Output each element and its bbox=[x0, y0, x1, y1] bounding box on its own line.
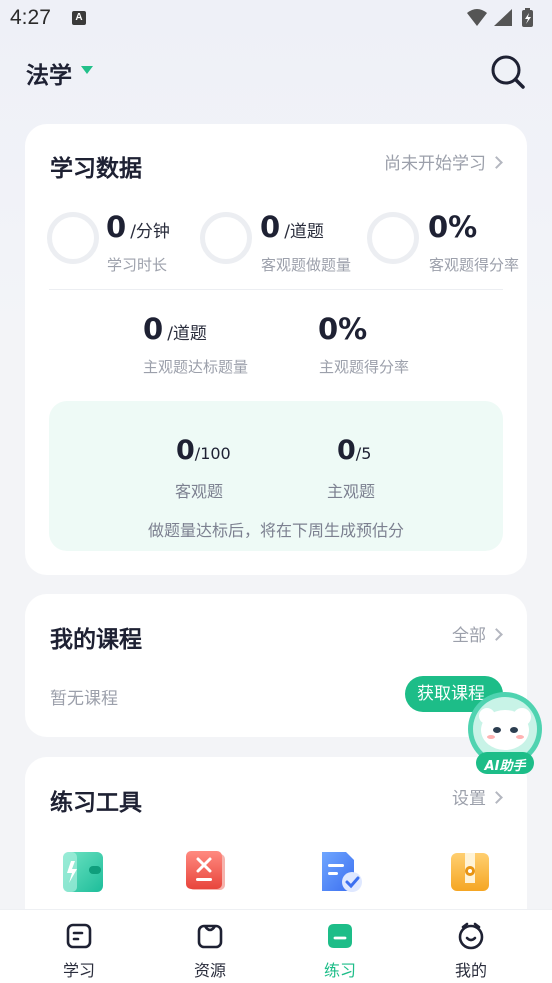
wrong-book-icon[interactable] bbox=[183, 849, 229, 895]
profile-icon bbox=[458, 922, 484, 950]
objective-progress-label: 客观题 bbox=[175, 482, 224, 501]
bottom-navigation: 学习 资源 练习 我的 bbox=[0, 909, 552, 983]
study-status-link[interactable]: 尚未开始学习 bbox=[384, 149, 503, 174]
nav-label-profile: 我的 bbox=[454, 961, 487, 980]
chevron-right-icon bbox=[490, 791, 503, 804]
resource-icon bbox=[197, 924, 223, 949]
nav-item-resource[interactable]: 资源 bbox=[165, 910, 255, 983]
subjective-count-label: 主观题达标题量 bbox=[143, 358, 249, 376]
nav-item-study[interactable]: 学习 bbox=[34, 910, 124, 983]
objective-rate-value: 0% bbox=[428, 210, 478, 244]
status-system-icons bbox=[467, 8, 533, 27]
nav-item-profile[interactable]: 我的 bbox=[426, 910, 516, 983]
flash-card-icon[interactable] bbox=[59, 849, 105, 895]
subject-selector[interactable]: 法学 bbox=[26, 56, 72, 90]
objective-count-value: 0/道题 bbox=[260, 210, 324, 244]
notification-a-icon: A bbox=[72, 11, 86, 25]
status-bar: 4:27 A bbox=[0, 0, 552, 38]
subjective-count-value: 0/道题 bbox=[143, 312, 207, 346]
progress-ring bbox=[47, 212, 99, 264]
nav-item-practice[interactable]: 练习 bbox=[295, 910, 385, 983]
my-courses-title: 我的课程 bbox=[50, 627, 142, 653]
chevron-right-icon bbox=[490, 628, 503, 641]
nav-label-practice: 练习 bbox=[323, 961, 356, 980]
subjective-rate-label: 主观题得分率 bbox=[319, 358, 410, 376]
subjective-progress-label: 主观题 bbox=[327, 482, 376, 501]
study-time-value: 0/分钟 bbox=[106, 210, 170, 244]
practice-tools-title: 练习工具 bbox=[50, 790, 142, 816]
score-progress-box: 0/100 客观题 0/5 主观题 做题量达标后，将在下周生成预估分 bbox=[49, 401, 503, 551]
study-time-label: 学习时长 bbox=[107, 256, 168, 274]
subjective-rate-value: 0% bbox=[318, 312, 368, 346]
exam-paper-icon[interactable] bbox=[318, 849, 364, 895]
objective-progress-value: 0/100 bbox=[176, 435, 231, 466]
study-icon bbox=[66, 923, 92, 949]
ai-assistant-bubble[interactable]: AI助手 bbox=[464, 690, 546, 782]
caret-down-icon[interactable] bbox=[81, 66, 93, 74]
progress-ring bbox=[200, 212, 252, 264]
study-data-title: 学习数据 bbox=[50, 156, 142, 182]
no-course-text: 暂无课程 bbox=[50, 689, 118, 709]
study-data-card: 学习数据 尚未开始学习 0/分钟 学习时长 0/道题 客观题做题量 0% 客观题… bbox=[25, 124, 527, 575]
nav-label-resource: 资源 bbox=[193, 961, 226, 980]
practice-icon bbox=[328, 924, 352, 948]
subjective-progress-value: 0/5 bbox=[337, 435, 372, 466]
objective-count-label: 客观题做题量 bbox=[261, 256, 352, 274]
chevron-right-icon bbox=[490, 156, 503, 169]
divider bbox=[49, 289, 503, 290]
nav-label-study: 学习 bbox=[62, 961, 95, 980]
file-bag-icon[interactable] bbox=[447, 849, 493, 895]
objective-rate-label: 客观题得分率 bbox=[429, 256, 520, 274]
top-header: 法学 bbox=[0, 50, 552, 94]
wifi-icon bbox=[467, 9, 487, 26]
status-time: 4:27 bbox=[10, 6, 51, 29]
progress-ring bbox=[367, 212, 419, 264]
signal-icon bbox=[494, 9, 512, 26]
all-courses-link[interactable]: 全部 bbox=[452, 621, 503, 646]
tools-settings-link[interactable]: 设置 bbox=[452, 784, 503, 809]
search-icon[interactable] bbox=[488, 52, 528, 92]
my-courses-card: 我的课程 全部 暂无课程 获取课程 bbox=[25, 594, 527, 737]
ai-assistant-label: AI助手 bbox=[484, 759, 526, 774]
estimate-note: 做题量达标后，将在下周生成预估分 bbox=[147, 521, 404, 540]
